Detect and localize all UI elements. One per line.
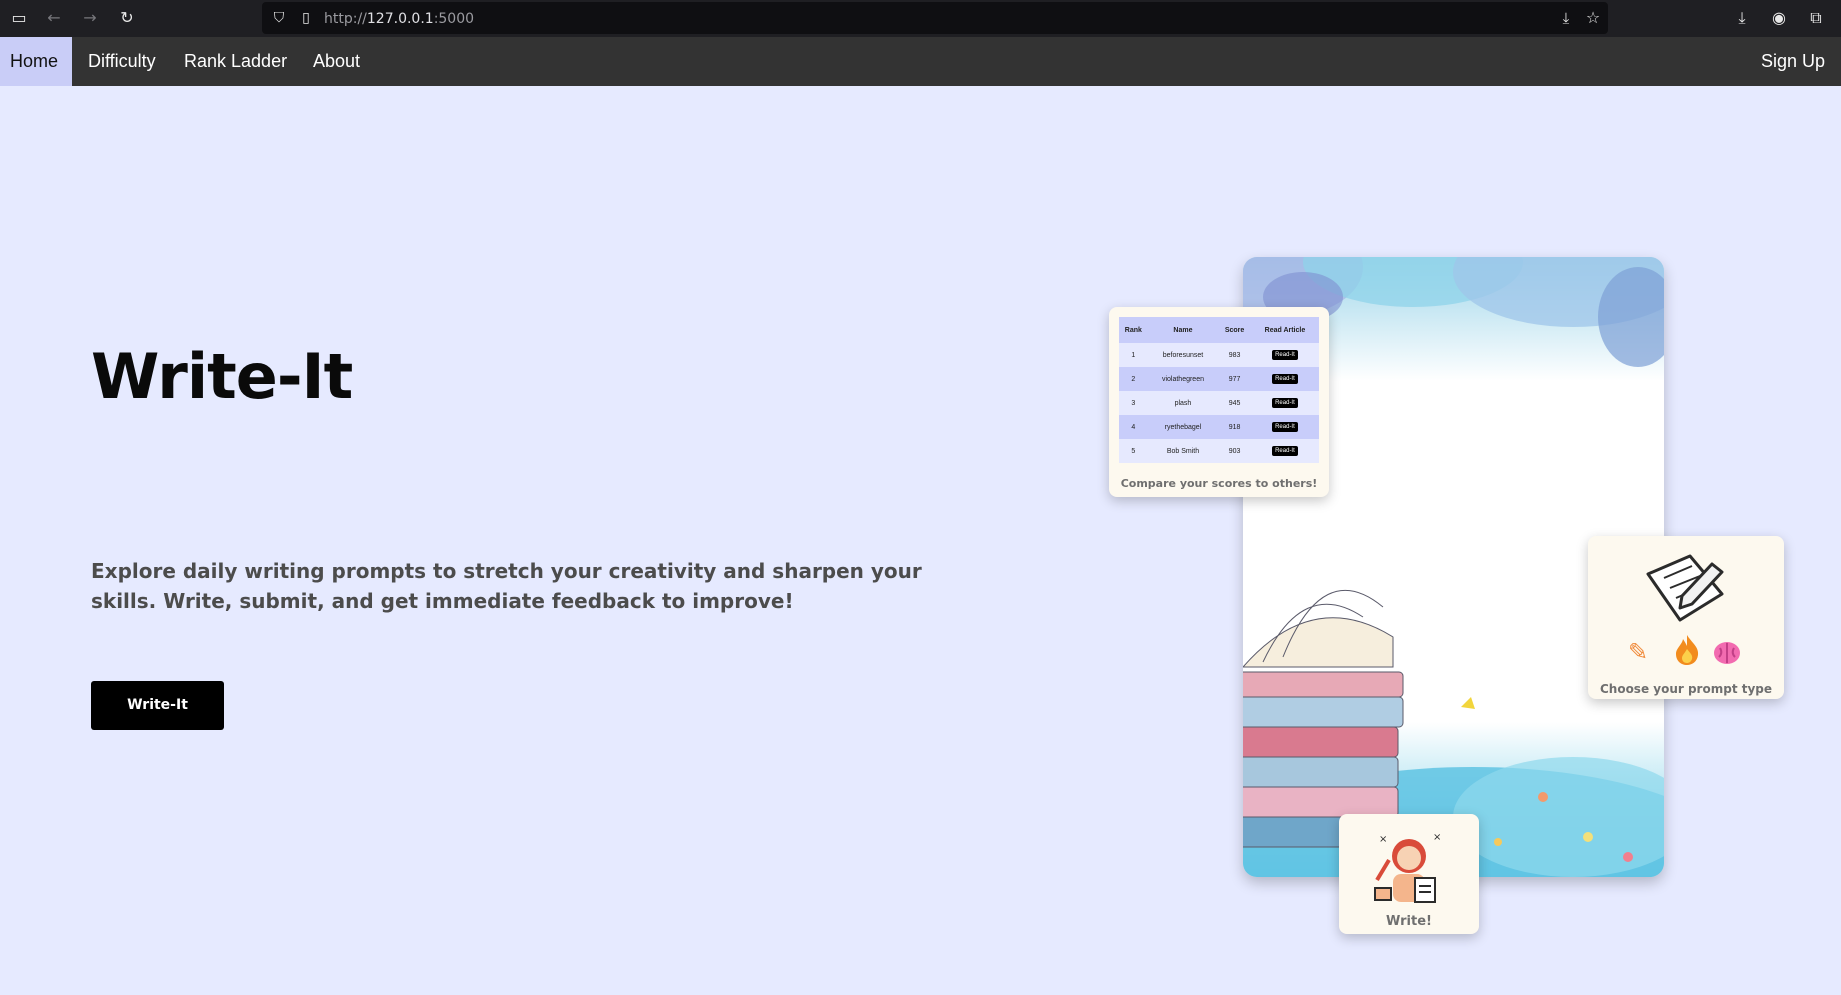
read-it-button[interactable]: Read-It: [1272, 350, 1298, 360]
name-cell: beforesunset: [1147, 343, 1219, 367]
extensions-icon[interactable]: ⧉: [1806, 8, 1826, 28]
read-it-button[interactable]: Read-It: [1272, 374, 1298, 384]
name-cell: plash: [1147, 391, 1219, 415]
pencil-icon: ✎: [1628, 638, 1649, 666]
page-info-icon[interactable]: ▯: [296, 8, 316, 28]
table-row: 4 ryethebagel 918 Read-It: [1119, 415, 1319, 439]
prompt-type-caption: Choose your prompt type: [1599, 682, 1773, 696]
header-read-article: Read Article: [1250, 317, 1319, 343]
rank-cell: 5: [1119, 439, 1148, 463]
rank-cell: 4: [1119, 415, 1148, 439]
score-cell: 945: [1218, 391, 1251, 415]
write-caption: Write!: [1386, 914, 1432, 929]
table-row: 5 Bob Smith 903 Read-It: [1119, 439, 1319, 463]
bookmark-star-icon[interactable]: ☆: [1583, 8, 1603, 28]
score-cell: 983: [1218, 343, 1251, 367]
address-bar[interactable]: ⛉ ▯ http://127.0.0.1:5000 ⤓ ☆: [262, 2, 1608, 34]
back-arrow-icon[interactable]: ←: [44, 8, 64, 28]
rank-ladder-table: Rank Name Score Read Article 1 beforesun…: [1119, 317, 1319, 463]
paper-pencil-icon: [1646, 554, 1724, 622]
hero-description: Explore daily writing prompts to stretch…: [91, 559, 922, 613]
rank-cell: 2: [1119, 367, 1148, 391]
brain-icon: [1714, 642, 1740, 664]
account-icon[interactable]: ◉: [1769, 8, 1789, 28]
browser-toolbar: ▭ ← → ↻ ⛉ ▯ http://127.0.0.1:5000 ⤓ ☆ ⤓ …: [0, 0, 1841, 37]
nav-difficulty[interactable]: Difficulty: [78, 37, 166, 86]
rank-ladder-card[interactable]: Rank Name Score Read Article 1 beforesun…: [1109, 307, 1329, 497]
read-it-button[interactable]: Read-It: [1272, 422, 1298, 432]
score-cell: 977: [1218, 367, 1251, 391]
rank-cell: 3: [1119, 391, 1148, 415]
name-cell: ryethebagel: [1147, 415, 1219, 439]
downloads-icon[interactable]: ⤓: [1732, 8, 1752, 28]
fire-icon: [1676, 635, 1699, 665]
sidebar-toggle-icon[interactable]: ▭: [9, 8, 29, 28]
table-row: 3 plash 945 Read-It: [1119, 391, 1319, 415]
header-rank: Rank: [1119, 317, 1148, 343]
prompt-type-card[interactable]: ✎ Choose your prompt type: [1588, 536, 1784, 699]
url-scheme: http://: [324, 11, 367, 27]
nav-about[interactable]: About: [303, 37, 370, 86]
nav-sign-up[interactable]: Sign Up: [1751, 37, 1835, 86]
write-it-button[interactable]: Write-It: [91, 681, 224, 730]
header-name: Name: [1147, 317, 1219, 343]
nav-home[interactable]: Home: [0, 37, 72, 86]
main-navbar: Home Difficulty Rank Ladder About Sign U…: [0, 37, 1841, 86]
name-cell: violathegreen: [1147, 367, 1219, 391]
score-cell: 903: [1218, 439, 1251, 463]
hero-title: Write-It: [91, 340, 353, 413]
name-cell: Bob Smith: [1147, 439, 1219, 463]
table-row: 2 violathegreen 977 Read-It: [1119, 367, 1319, 391]
shield-icon[interactable]: ⛉: [269, 8, 289, 28]
url-text[interactable]: http://127.0.0.1:5000: [324, 11, 474, 27]
url-host: 127.0.0.1: [366, 11, 434, 27]
install-app-icon[interactable]: ⤓: [1556, 8, 1576, 28]
write-card[interactable]: × × Write!: [1339, 814, 1479, 934]
nav-rank-ladder[interactable]: Rank Ladder: [174, 37, 297, 86]
score-cell: 918: [1218, 415, 1251, 439]
url-port: :5000: [433, 11, 475, 27]
read-it-button[interactable]: Read-It: [1272, 398, 1298, 408]
table-row: 1 beforesunset 983 Read-It: [1119, 343, 1319, 367]
rank-cell: 1: [1119, 343, 1148, 367]
rank-ladder-caption: Compare your scores to others!: [1120, 477, 1318, 490]
writer-girl-icon: × ×: [1374, 832, 1441, 903]
header-score: Score: [1218, 317, 1251, 343]
svg-text:×: ×: [1433, 832, 1441, 843]
svg-text:×: ×: [1379, 834, 1387, 845]
read-it-button[interactable]: Read-It: [1272, 446, 1298, 456]
forward-arrow-icon[interactable]: →: [80, 8, 100, 28]
reload-icon[interactable]: ↻: [117, 8, 137, 28]
